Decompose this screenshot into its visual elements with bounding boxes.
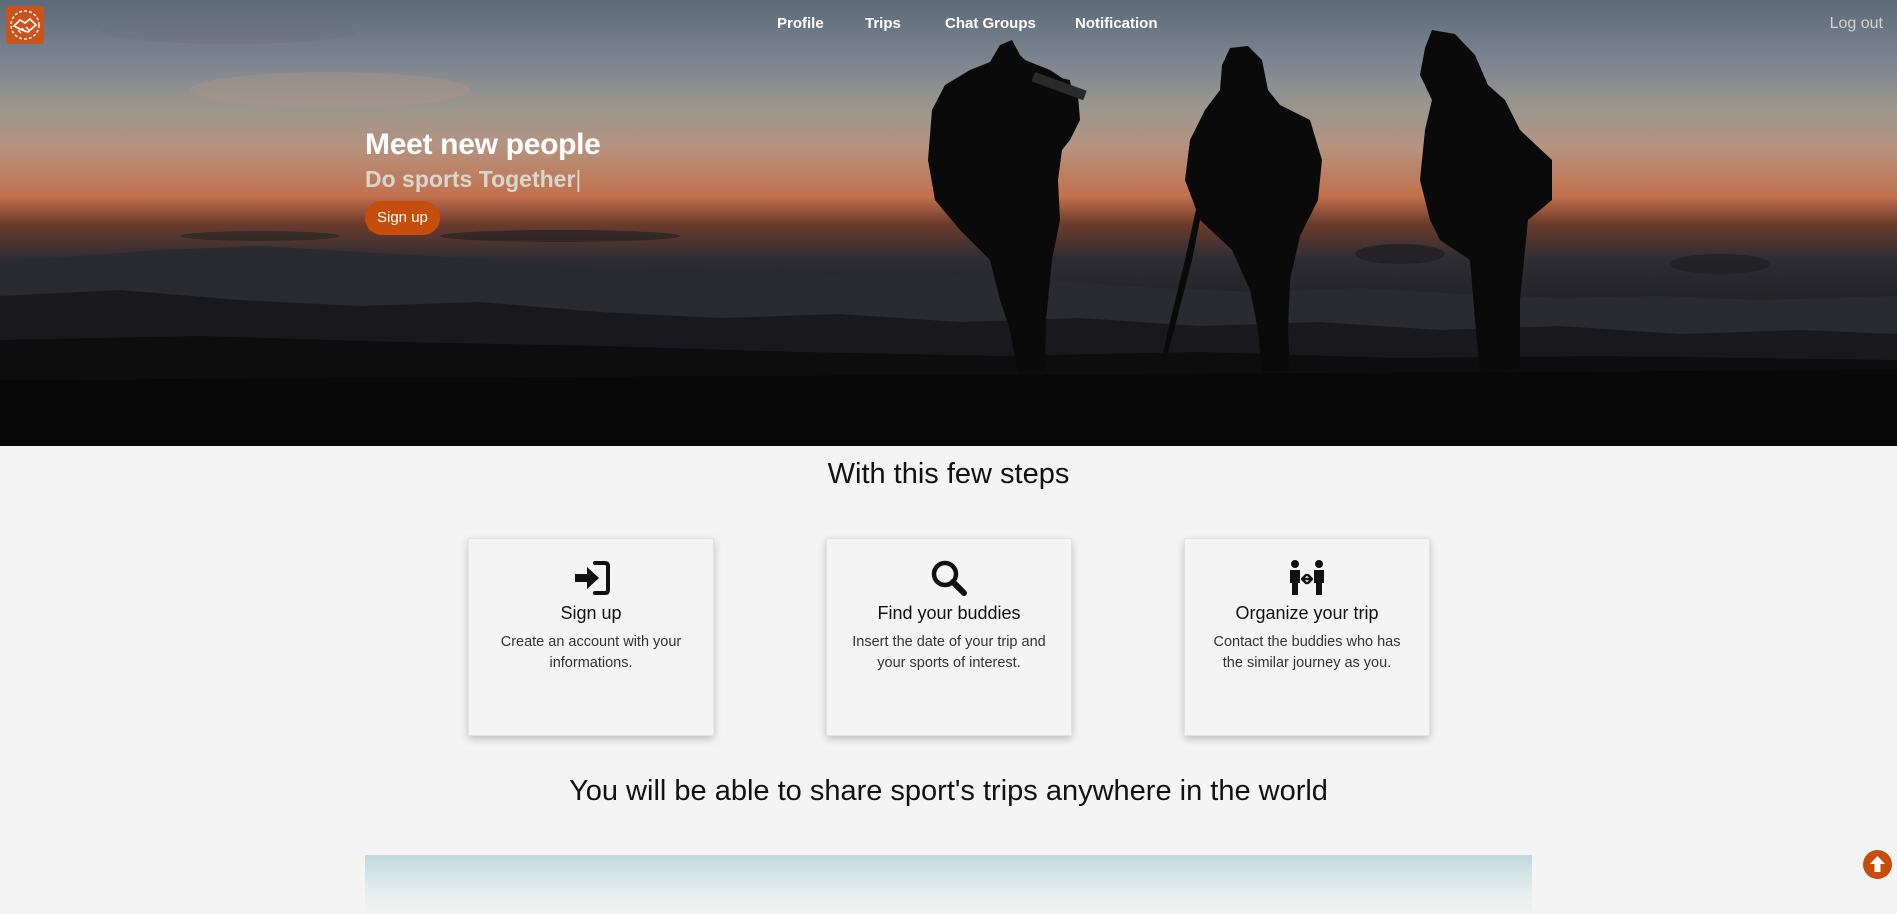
typing-caret: | [575,166,582,192]
step-card-text: Create an account with your informations… [500,634,682,671]
step-card-title: Organize your trip [1235,603,1379,623]
hero-subline-text: Do sports Together [365,166,576,192]
nav-item-notification[interactable]: Notification [1075,15,1158,32]
nav-item-chat-groups[interactable]: Chat Groups [945,15,1036,32]
step-card-text: Contact the buddies who has the similar … [1213,634,1401,671]
hero-banner: Profile Trips Chat Groups Notification L… [0,0,1897,446]
nav-item-trips[interactable]: Trips [865,15,901,32]
step-card-find-buddies: Find your buddies Insert the date of you… [826,538,1072,736]
step-card-signup: Sign up Create an account with your info… [468,538,714,736]
hero-signup-button[interactable]: Sign up [365,201,440,235]
people-exchange-icon [1290,560,1324,595]
hero-background-image [0,16,1897,446]
step-card-title: Find your buddies [877,603,1021,623]
hero-subline: Do sports Together| [365,166,581,193]
nav-item-profile[interactable]: Profile [777,15,824,32]
logout-link[interactable]: Log out [1830,15,1883,33]
hero-headline: Meet new people [365,128,601,161]
search-icon [931,560,967,596]
world-section-title: You will be able to share sport's trips … [569,775,1328,807]
step-card-organize-trip: Organize your trip Contact the buddies w… [1184,538,1430,736]
main-navigation: Profile Trips Chat Groups Notification [0,15,1897,35]
step-card-text: Insert the date of your trip and your sp… [852,634,1046,671]
arrow-up-icon [1870,856,1885,872]
steps-section-title: With this few steps [827,458,1070,490]
world-section-image [365,855,1532,914]
scroll-to-top-button[interactable] [1863,850,1892,879]
sign-in-icon [575,561,610,595]
step-card-title: Sign up [560,603,622,623]
